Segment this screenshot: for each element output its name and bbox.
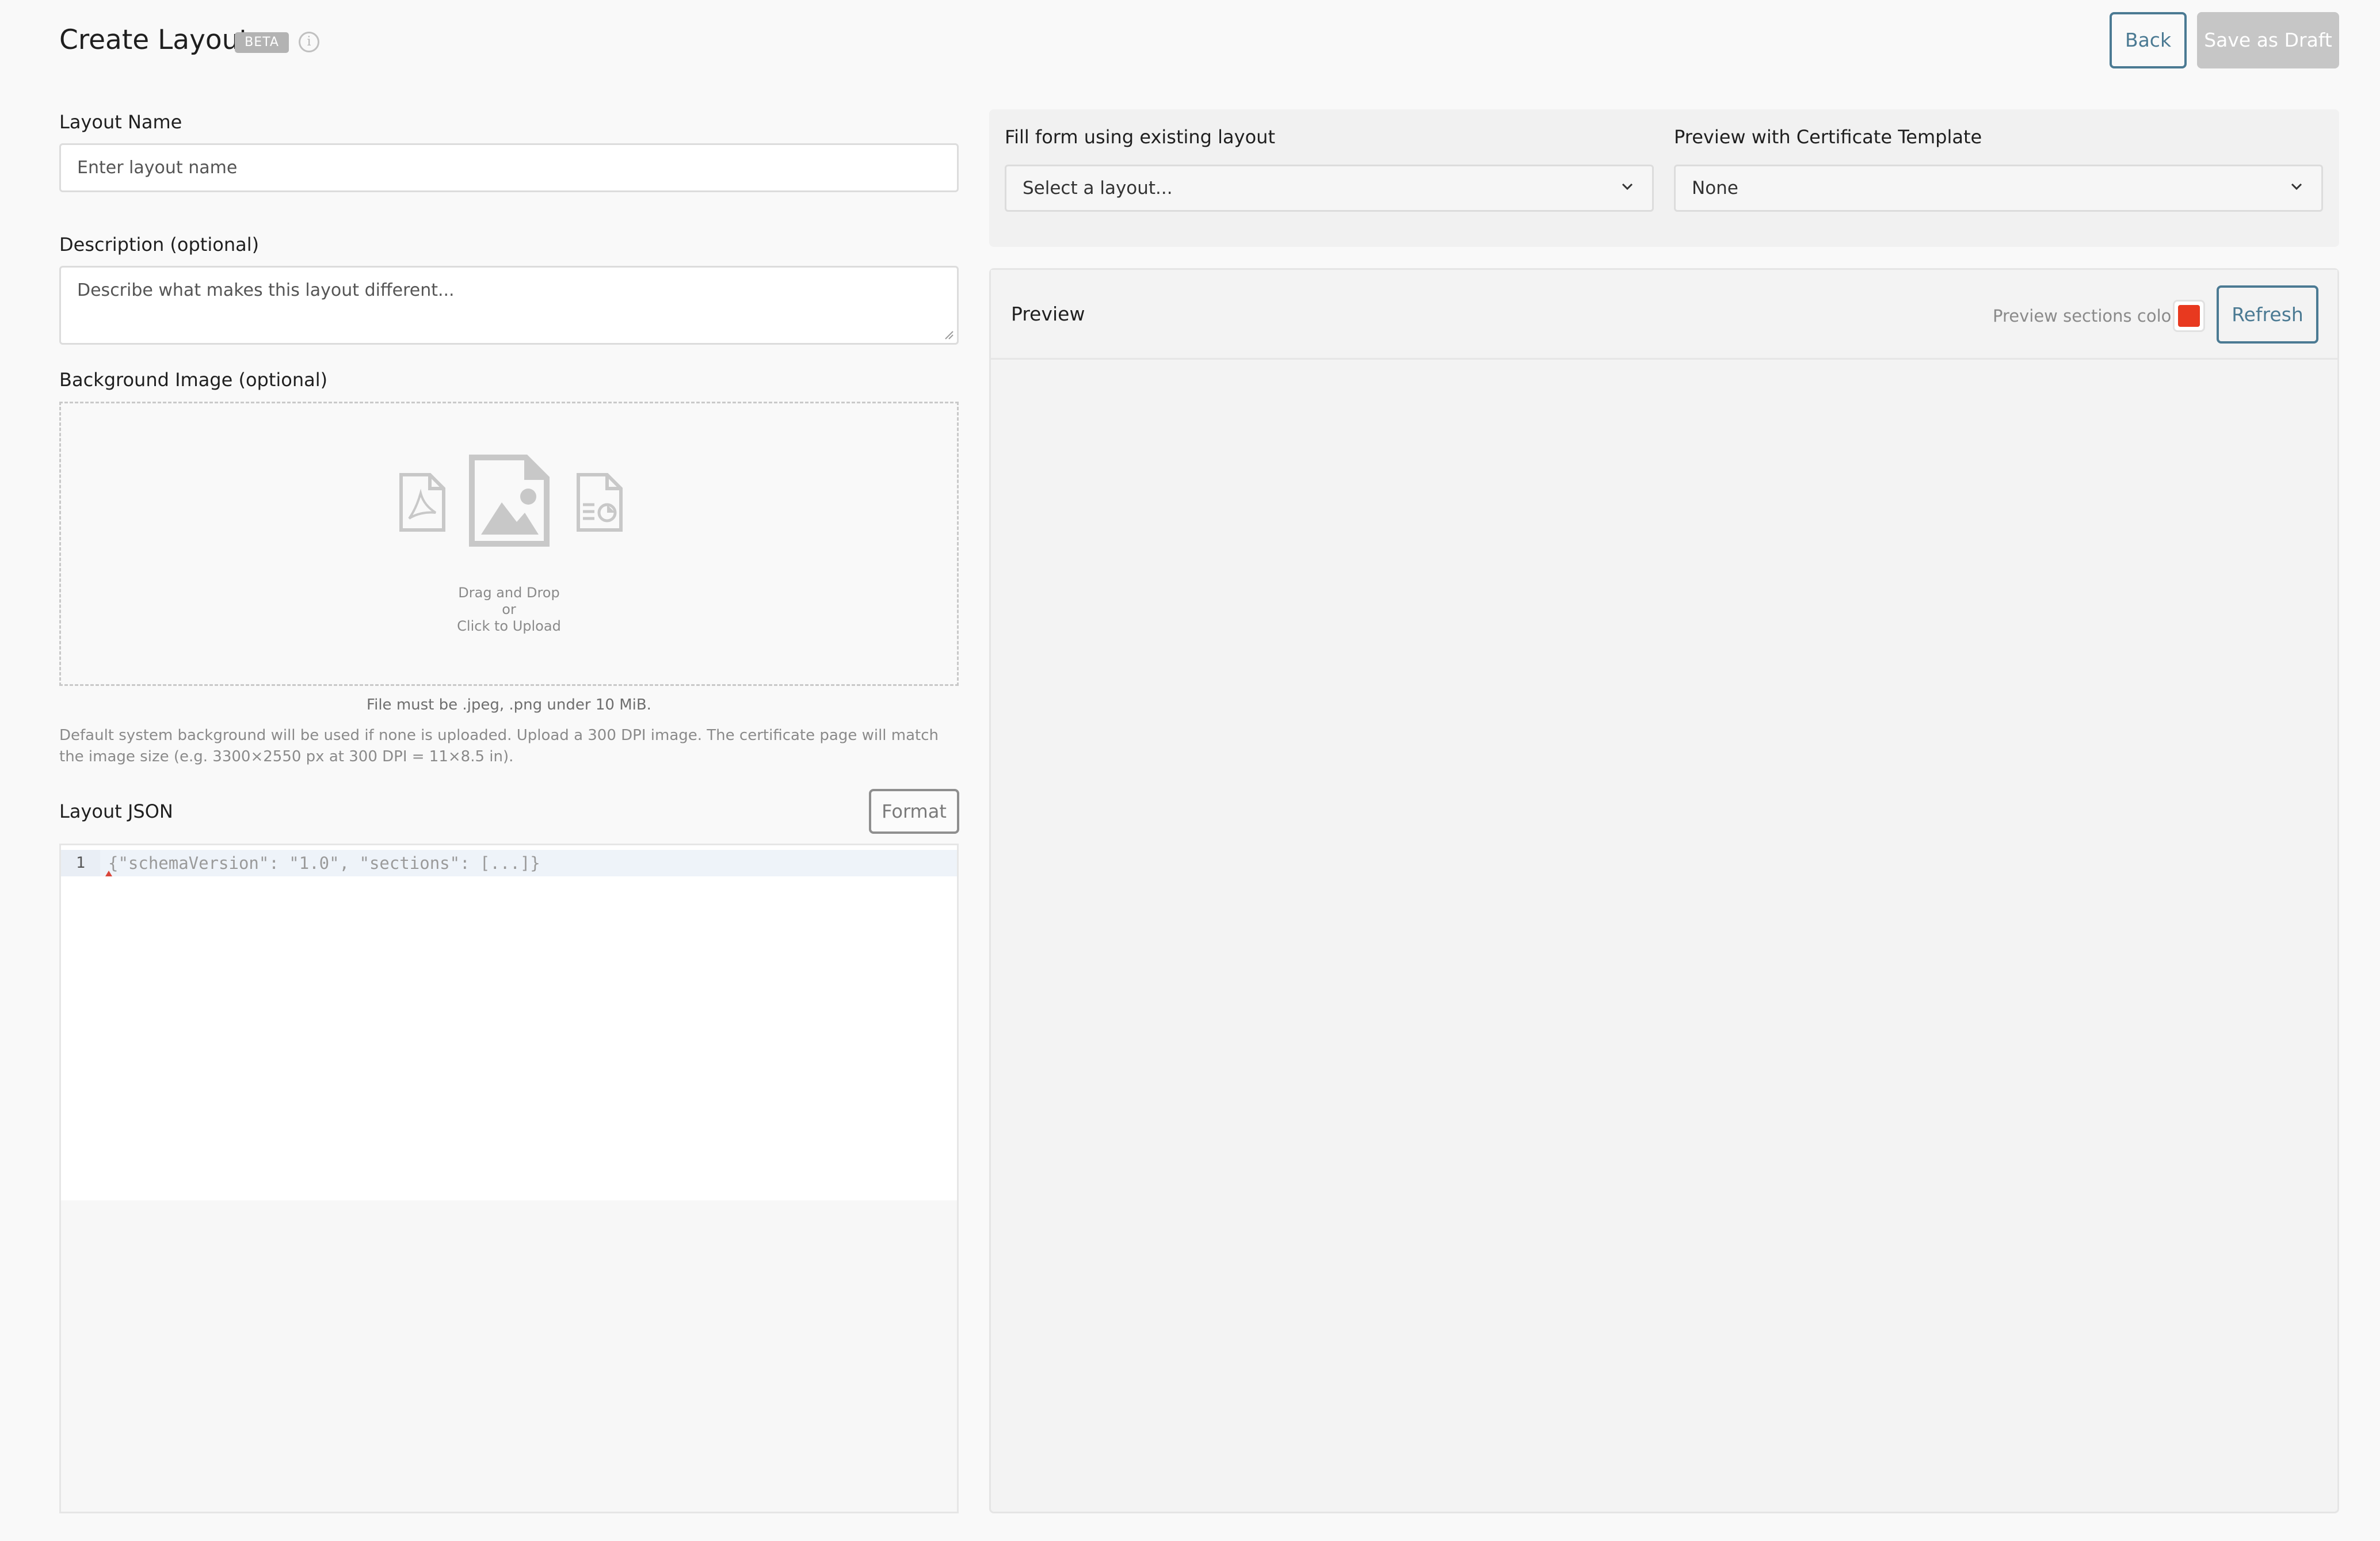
lint-error-marker-icon (105, 871, 112, 876)
chevron-down-icon (1621, 180, 1634, 193)
preview-title: Preview (1011, 303, 1085, 326)
chevron-down-icon (2290, 180, 2303, 193)
info-icon[interactable]: i (299, 32, 319, 52)
sections-color-picker[interactable] (2173, 300, 2205, 332)
save-as-draft-button[interactable]: Save as Draft (2197, 12, 2339, 68)
background-image-label: Background Image (optional) (59, 368, 327, 391)
page-title: Create Layout (59, 23, 250, 58)
upload-instruction-click: Click to Upload (61, 618, 957, 635)
upload-instruction-or: or (61, 601, 957, 618)
default-background-note: Default system background will be used i… (59, 725, 959, 768)
refresh-button[interactable]: Refresh (2217, 285, 2318, 344)
code-area[interactable]: 1 {"schemaVersion": "1.0", "sections": [… (61, 845, 957, 1200)
layout-name-label: Layout Name (59, 110, 182, 133)
certificate-template-label: Preview with Certificate Template (1674, 125, 1982, 148)
beta-badge: BETA (235, 32, 289, 53)
layout-json-label: Layout JSON (59, 800, 173, 823)
certificate-template-selected-value: None (1692, 178, 1738, 199)
layout-name-input[interactable]: Enter layout name (59, 143, 959, 192)
back-button[interactable]: Back (2110, 12, 2187, 68)
sections-color-swatch (2178, 305, 2200, 327)
existing-layout-select[interactable]: Select a layout... (1005, 165, 1654, 212)
certificate-template-select[interactable]: None (1674, 165, 2323, 212)
preview-header: Preview Preview sections color Refresh (991, 270, 2337, 360)
preview-panel: Preview Preview sections color Refresh (989, 268, 2339, 1513)
line-number: 1 (61, 850, 100, 876)
layout-json-editor[interactable]: 1 {"schemaVersion": "1.0", "sections": [… (59, 844, 959, 1513)
line-number-gutter (61, 845, 100, 1200)
resize-handle-icon[interactable] (943, 329, 953, 340)
background-upload-dropzone[interactable]: Drag and Drop or Click to Upload (59, 402, 959, 686)
format-button[interactable]: Format (869, 789, 959, 834)
upload-instruction-drag: Drag and Drop (61, 585, 957, 601)
document-chart-icon (575, 472, 623, 532)
pdf-file-icon (398, 472, 446, 532)
code-placeholder: {"schemaVersion": "1.0", "sections": [..… (108, 850, 540, 876)
image-file-icon (468, 454, 550, 547)
description-textarea[interactable]: Describe what makes this layout differen… (59, 266, 959, 345)
existing-layout-label: Fill form using existing layout (1005, 125, 1275, 148)
preview-sections-color-label: Preview sections color (1993, 306, 2178, 326)
description-label: Description (optional) (59, 233, 259, 256)
file-requirements-hint: File must be .jpeg, .png under 10 MiB. (59, 696, 959, 714)
existing-layout-selected-value: Select a layout... (1023, 178, 1173, 199)
description-placeholder: Describe what makes this layout differen… (77, 280, 455, 300)
